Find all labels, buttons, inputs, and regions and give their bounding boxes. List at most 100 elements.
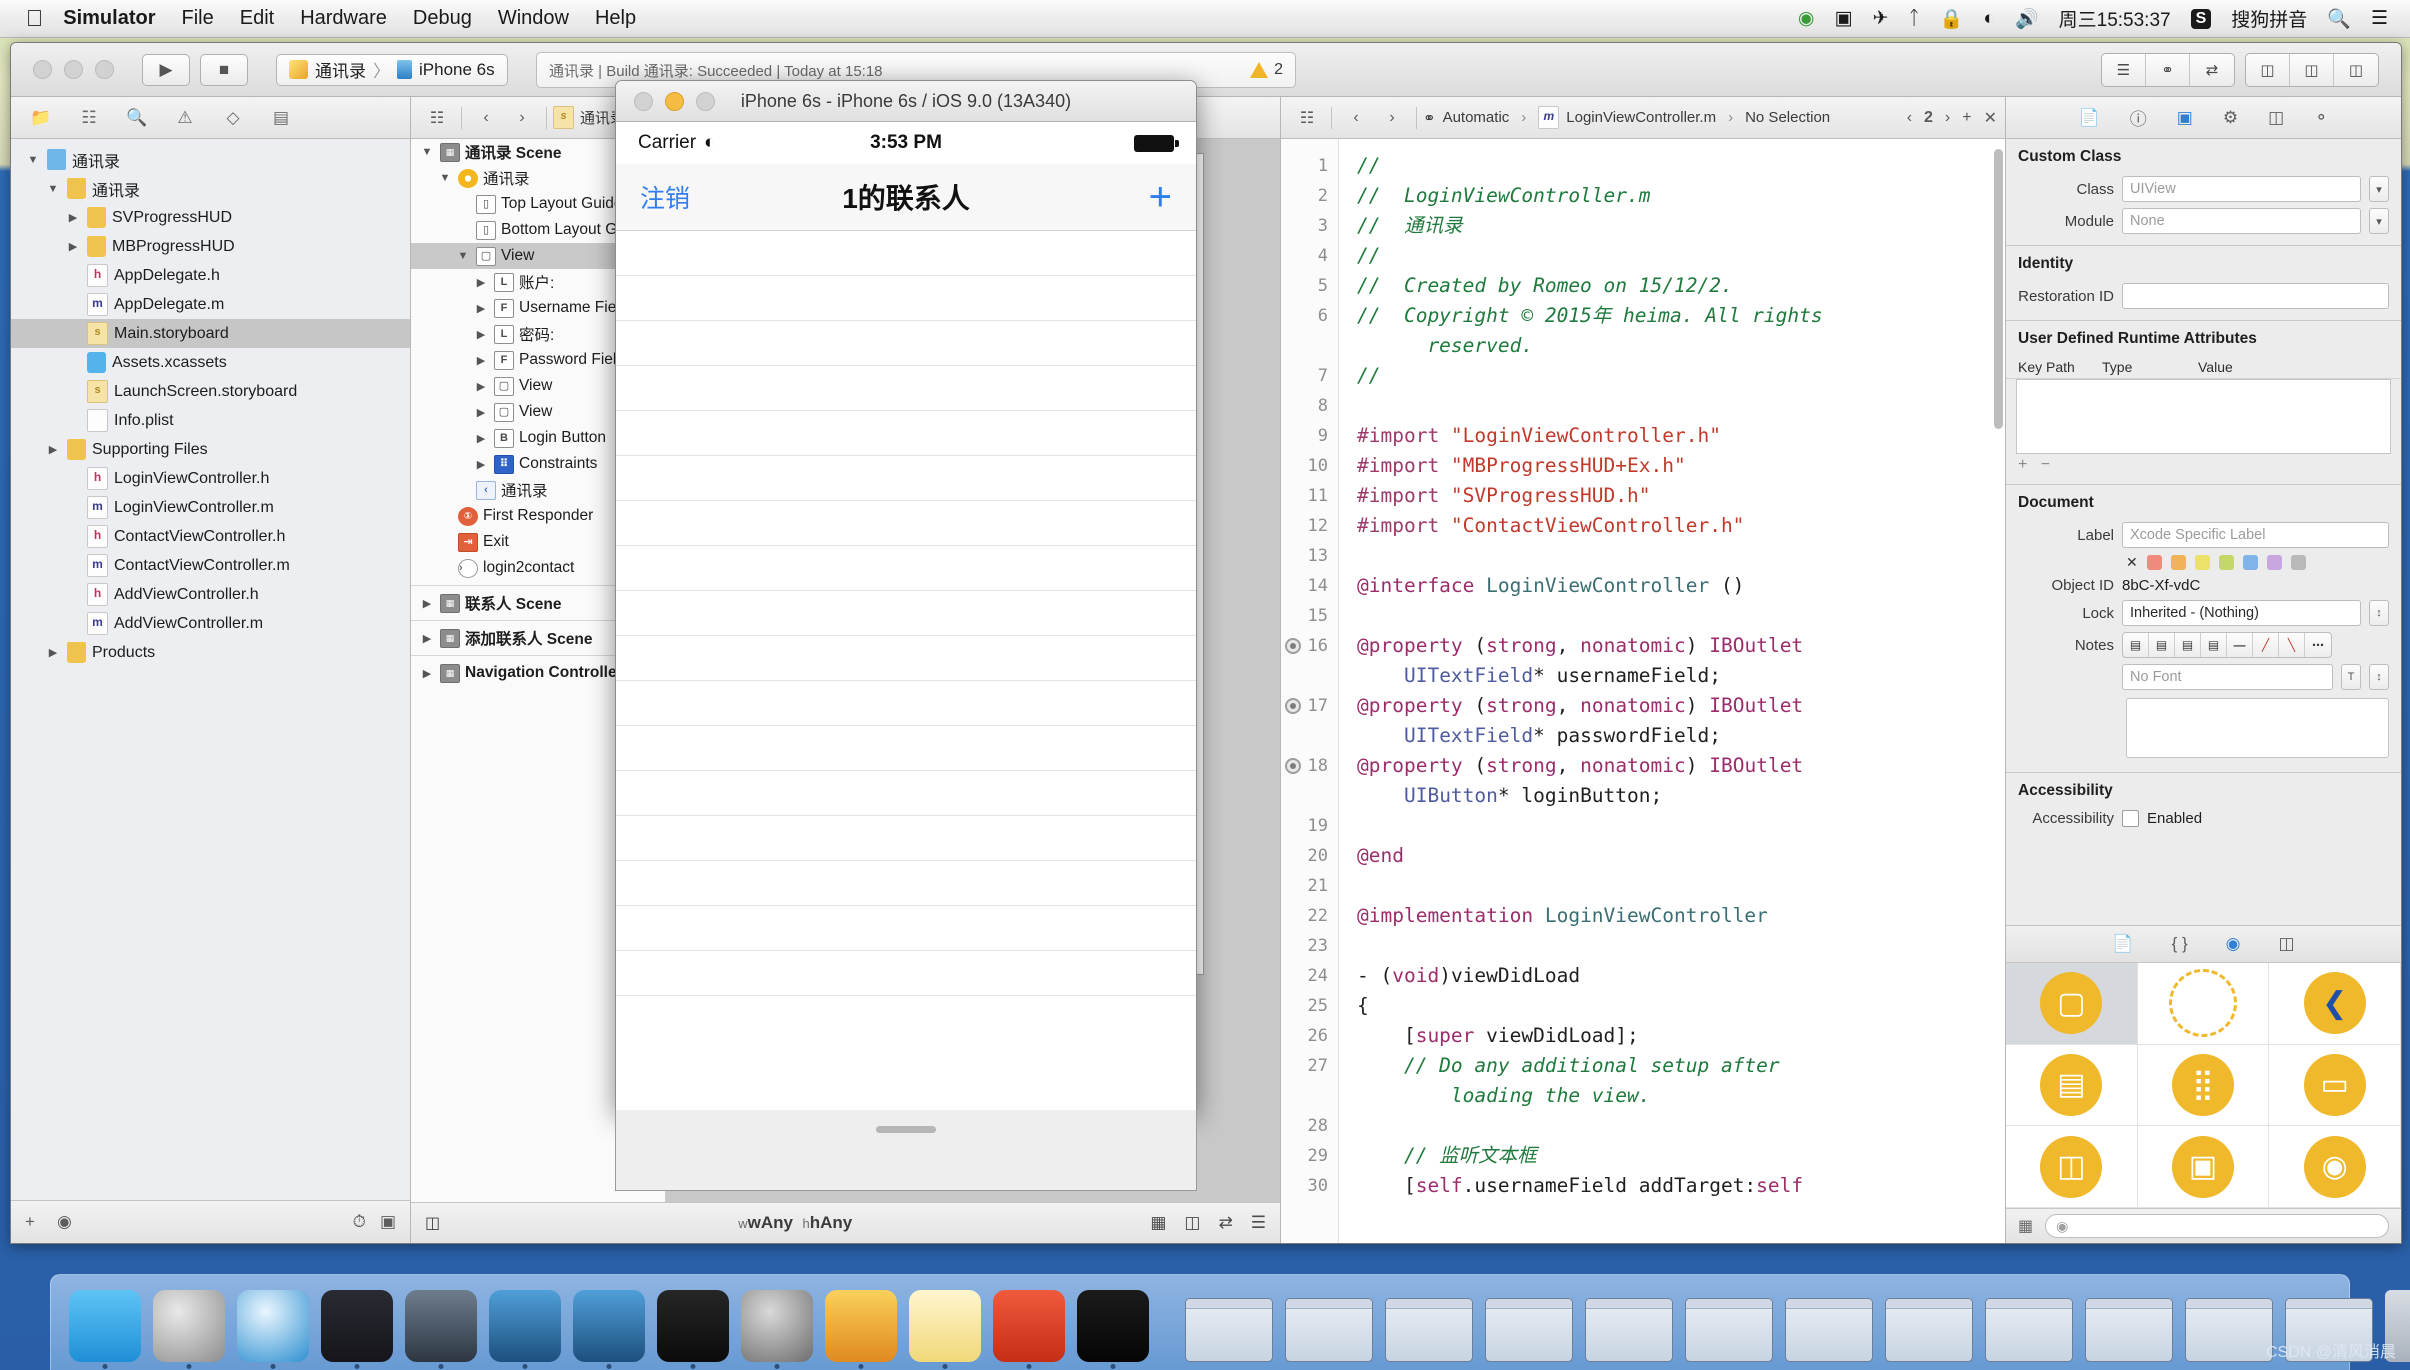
related-items-icon[interactable]: ☷: [419, 97, 455, 139]
contacts-table-view[interactable]: [616, 231, 1196, 1001]
align-left-icon[interactable]: ▤: [2123, 633, 2149, 657]
disclosure-triangle-icon[interactable]: ▶: [419, 667, 435, 680]
search-icon[interactable]: 🔍: [2327, 7, 2351, 31]
table-row[interactable]: [616, 456, 1196, 501]
imovie-icon[interactable]: [405, 1290, 477, 1369]
align-right-icon[interactable]: ▤: [2175, 633, 2201, 657]
module-field[interactable]: None: [2122, 208, 2361, 234]
file-tree-item[interactable]: Assets.xcassets: [11, 348, 410, 377]
line-number[interactable]: 15: [1281, 601, 1338, 631]
disclosure-triangle-icon[interactable]: ▼: [455, 250, 471, 262]
notes-font-field[interactable]: No Font: [2122, 664, 2333, 690]
xcode-beta-icon[interactable]: [573, 1290, 645, 1369]
file-tree-item[interactable]: m AppDelegate.m: [11, 290, 410, 319]
disclosure-triangle-icon[interactable]: ▶: [473, 406, 489, 419]
line-number[interactable]: 29: [1281, 1141, 1338, 1171]
lock-select[interactable]: Inherited - (Nothing): [2122, 600, 2361, 626]
breadcrumb[interactable]: ⚭ Automatic › m LoginViewController.m › …: [1423, 106, 1830, 129]
code-snippet-library-icon[interactable]: { }: [2172, 934, 2188, 954]
swatch-purple[interactable]: [2266, 555, 2282, 570]
line-number[interactable]: 3: [1281, 211, 1338, 241]
view-toggle-segments[interactable]: ◫ ◫ ◫: [2245, 52, 2379, 87]
disclosure-triangle-icon[interactable]: ▶: [473, 328, 489, 341]
line-number[interactable]: 12: [1281, 511, 1338, 541]
library-object-cell[interactable]: ◉: [2269, 1126, 2401, 1208]
table-row[interactable]: [616, 411, 1196, 456]
label-field[interactable]: Xcode Specific Label: [2122, 522, 2389, 548]
disclosure-triangle-icon[interactable]: ▶: [473, 276, 489, 289]
window-thumb[interactable]: [1385, 1298, 1473, 1362]
airplane-icon[interactable]: ✈: [1872, 7, 1888, 30]
line-number[interactable]: 8: [1281, 391, 1338, 421]
line-number[interactable]: 21: [1281, 871, 1338, 901]
disclosure-triangle-icon[interactable]: ▶: [419, 597, 435, 610]
menu-item-help[interactable]: Help: [595, 7, 636, 30]
table-row[interactable]: [616, 591, 1196, 636]
volume-icon[interactable]: 🔊: [2015, 7, 2039, 31]
notification-center-icon[interactable]: ☰: [2371, 7, 2388, 30]
disclosure-triangle-icon[interactable]: ▼: [25, 154, 41, 166]
line-number[interactable]: 6: [1281, 301, 1338, 331]
file-tree-item[interactable]: m LoginViewController.m: [11, 493, 410, 522]
line-number[interactable]: 13: [1281, 541, 1338, 571]
size-inspector-icon[interactable]: ◫: [2268, 108, 2284, 128]
class-field[interactable]: UIView: [2122, 176, 2361, 202]
screen-recorder-icon[interactable]: ◉: [1798, 7, 1815, 30]
line-number[interactable]: 27: [1281, 1051, 1338, 1081]
disclosure-triangle-icon[interactable]: ▶: [473, 432, 489, 445]
input-method-badge[interactable]: S: [2190, 8, 2212, 29]
disclosure-triangle-icon[interactable]: ▼: [437, 172, 453, 184]
constraints-icon[interactable]: ▦: [1150, 1213, 1166, 1233]
table-row[interactable]: [616, 321, 1196, 366]
file-tree-item[interactable]: h AppDelegate.h: [11, 261, 410, 290]
line-number[interactable]: 9: [1281, 421, 1338, 451]
disclosure-triangle-icon[interactable]: ▶: [45, 443, 61, 456]
swatch-orange[interactable]: [2170, 555, 2186, 570]
table-row[interactable]: [616, 906, 1196, 951]
library-object-cell[interactable]: ▤: [2006, 1044, 2138, 1127]
line-number[interactable]: 14: [1281, 571, 1338, 601]
line-number[interactable]: 25: [1281, 991, 1338, 1021]
chrome-window-thumb[interactable]: [1185, 1298, 1273, 1362]
minimize-button[interactable]: [64, 60, 83, 79]
file-tree-item[interactable]: s LaunchScreen.storyboard: [11, 377, 410, 406]
standard-editor-icon[interactable]: ☰: [2102, 53, 2146, 86]
window-thumb[interactable]: [1985, 1298, 2073, 1362]
runtime-attributes-table[interactable]: [2016, 379, 2391, 454]
line-number[interactable]: 16: [1281, 631, 1338, 661]
file-tree-item[interactable]: ▶ MBProgressHUD: [11, 232, 410, 261]
table-row[interactable]: [616, 816, 1196, 861]
terminal-icon[interactable]: [657, 1290, 729, 1369]
identity-inspector-icon[interactable]: ▣: [2177, 108, 2193, 128]
swatch-gray[interactable]: [2290, 555, 2306, 570]
library-object-cell[interactable]: ▢: [2137, 963, 2270, 1045]
menu-item-simulator[interactable]: Simulator: [63, 7, 155, 30]
line-number[interactable]: [1281, 781, 1338, 811]
plus-icon[interactable]: +: [2018, 456, 2027, 473]
disclosure-triangle-icon[interactable]: ▶: [65, 240, 81, 253]
symbol-navigator-icon[interactable]: ☷: [65, 97, 113, 139]
window-thumb[interactable]: [1485, 1298, 1573, 1362]
input-method-label[interactable]: 搜狗拼音: [2231, 5, 2307, 32]
launchpad-icon[interactable]: [153, 1290, 225, 1369]
file-tree-item[interactable]: ▶ SVProgressHUD: [11, 203, 410, 232]
notes-textarea[interactable]: [2126, 698, 2389, 758]
breakpoint-icon[interactable]: [1285, 638, 1301, 654]
find-navigator-icon[interactable]: 🔍: [113, 97, 161, 139]
media-library-icon[interactable]: ◫: [2279, 934, 2295, 954]
split-view-controller-object[interactable]: ◫: [2040, 1135, 2103, 1198]
swatch-yellow[interactable]: [2194, 555, 2210, 570]
add-contact-button[interactable]: +: [1149, 177, 1172, 217]
font-picker-icon[interactable]: T: [2341, 664, 2361, 690]
close-button[interactable]: [33, 60, 52, 79]
table-row[interactable]: [616, 951, 1196, 996]
stop-button[interactable]: ■: [200, 53, 248, 86]
file-tree-item[interactable]: h LoginViewController.h: [11, 464, 410, 493]
object-library-grid[interactable]: ▢ ▢ ❮ ▤ ⣿ ▭ ◫ ▣ ◉: [2006, 962, 2401, 1208]
mouse-app-icon[interactable]: [321, 1290, 393, 1369]
chevron-right-icon[interactable]: ›: [504, 97, 540, 139]
window-thumb[interactable]: [1885, 1298, 1973, 1362]
editor-mode-segments[interactable]: ☰ ⚭ ⇄: [2101, 52, 2235, 87]
window-thumb[interactable]: [1285, 1298, 1373, 1362]
source-code-text[interactable]: // // LoginViewController.m // 通讯录 // // Cre…: [1339, 139, 2005, 1243]
